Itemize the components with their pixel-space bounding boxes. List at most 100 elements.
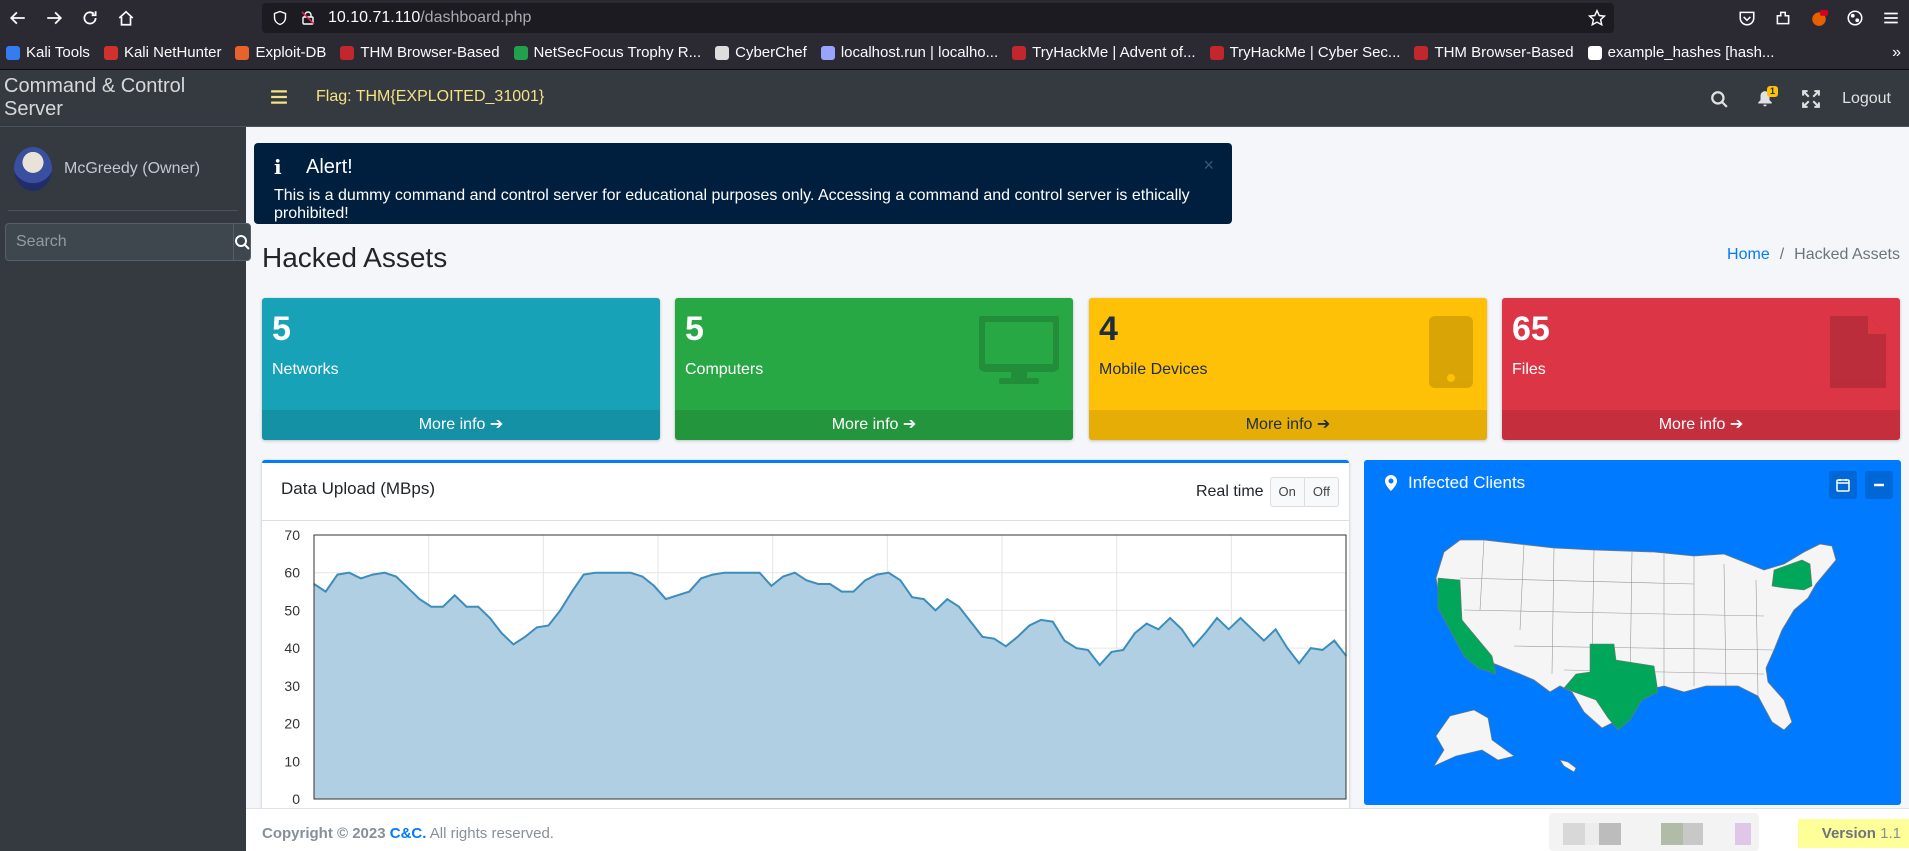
realtime-label: Real time bbox=[1195, 483, 1264, 500]
more-info-link[interactable]: More info ➔ bbox=[1089, 410, 1487, 440]
bookmark-label: THM Browser-Based bbox=[360, 44, 500, 61]
navbar-search-button[interactable] bbox=[1696, 70, 1742, 127]
bookmark-favicon-icon bbox=[1414, 45, 1429, 60]
bookmark-favicon-icon bbox=[1012, 45, 1027, 60]
hamburger-menu-icon[interactable] bbox=[270, 88, 288, 106]
y-tick-label: 60 bbox=[284, 565, 300, 581]
stat-value: 65 bbox=[1512, 310, 1550, 348]
version-badge: Version 1.1 bbox=[1797, 819, 1909, 848]
bookmark-star-icon[interactable] bbox=[1588, 9, 1606, 27]
cookie-icon[interactable] bbox=[1837, 0, 1873, 36]
fullscreen-button[interactable] bbox=[1788, 70, 1834, 127]
bookmark-exploit-db[interactable]: Exploit-DB bbox=[235, 44, 326, 61]
data-point bbox=[1169, 617, 1171, 619]
card-title: Data Upload (MBps) bbox=[281, 479, 436, 498]
bookmark-example-hashes[interactable]: example_hashes [hash... bbox=[1587, 44, 1774, 61]
bookmark-label: CyberChef bbox=[735, 44, 807, 61]
browser-toolbar: 10.10.71.110/dashboard.php bbox=[0, 0, 1909, 36]
bookmark-favicon-icon bbox=[1587, 45, 1602, 60]
data-point bbox=[442, 605, 444, 608]
data-point bbox=[981, 636, 984, 638]
data-point bbox=[324, 590, 327, 593]
file-icon bbox=[1830, 316, 1886, 388]
notifications-button[interactable]: 1 bbox=[1742, 70, 1788, 127]
data-point bbox=[665, 598, 667, 600]
data-point bbox=[1063, 639, 1066, 642]
bookmark-label: Kali NetHunter bbox=[123, 44, 222, 61]
us-map bbox=[1433, 539, 1837, 773]
more-info-link[interactable]: More info ➔ bbox=[1502, 410, 1900, 440]
data-point bbox=[1298, 662, 1300, 664]
bookmark-cyberchef[interactable]: CyberChef bbox=[715, 44, 807, 61]
bookmark-thm-browser[interactable]: THM Browser-Based bbox=[340, 44, 500, 61]
more-info-link[interactable]: More info ➔ bbox=[262, 410, 660, 440]
close-icon[interactable]: × bbox=[1203, 155, 1214, 176]
search-button[interactable] bbox=[233, 223, 251, 261]
y-tick-label: 70 bbox=[284, 527, 300, 543]
url-path: /dashboard.php bbox=[420, 9, 532, 26]
bookmark-netsecfocus[interactable]: NetSecFocus Trophy R... bbox=[513, 44, 701, 61]
home-icon[interactable] bbox=[108, 0, 144, 36]
data-point bbox=[371, 573, 374, 576]
data-point bbox=[1274, 628, 1277, 631]
y-tick-label: 30 bbox=[284, 678, 300, 694]
data-point bbox=[840, 590, 843, 593]
back-icon[interactable] bbox=[0, 0, 36, 36]
version-label: Version bbox=[1821, 825, 1876, 842]
notification-badge: 1 bbox=[1767, 86, 1779, 97]
sidebar: Command & Control Server McGreedy (Owner… bbox=[0, 70, 251, 851]
avatar bbox=[14, 146, 52, 191]
bookmark-kali-tools[interactable]: Kali Tools bbox=[6, 44, 90, 61]
data-point bbox=[383, 571, 386, 574]
flag-text: Flag: THM{EXPLOITED_31001} bbox=[316, 88, 545, 105]
bookmark-localhost-run[interactable]: localhost.run | localho... bbox=[820, 44, 998, 61]
data-point bbox=[1098, 664, 1101, 666]
extensions-icon[interactable] bbox=[1765, 0, 1801, 36]
user-name[interactable]: McGreedy (Owner) bbox=[64, 160, 200, 178]
stat-box-computers: 5 Computers More info ➔ bbox=[675, 298, 1073, 440]
menu-icon[interactable] bbox=[1873, 0, 1909, 36]
pocket-icon[interactable] bbox=[1729, 0, 1765, 36]
state-alaska bbox=[1433, 709, 1515, 767]
bookmark-thm-browser-2[interactable]: THM Browser-Based bbox=[1414, 44, 1574, 61]
bookmarks-overflow-icon[interactable]: » bbox=[1892, 44, 1901, 62]
realtime-off-button[interactable]: Off bbox=[1304, 477, 1339, 507]
arrow-circle-right-icon: ➔ bbox=[489, 416, 504, 433]
data-point bbox=[969, 620, 972, 623]
realtime-on-button[interactable]: On bbox=[1269, 477, 1305, 507]
data-point bbox=[1016, 636, 1019, 638]
data-point bbox=[1028, 624, 1031, 627]
data-point bbox=[735, 571, 737, 574]
more-info-label: More info bbox=[1658, 416, 1726, 433]
more-info-label: More info bbox=[831, 416, 899, 433]
url-host: 10.10.71.110 bbox=[328, 9, 421, 26]
data-point bbox=[747, 571, 749, 574]
bookmark-label: TryHackMe | Advent of... bbox=[1032, 44, 1196, 61]
data-upload-chart: 0 10 20 30 40 50 60 70 bbox=[284, 527, 1347, 807]
lock-icon[interactable] bbox=[300, 9, 318, 27]
alert-title: Alert! bbox=[306, 155, 353, 178]
footer-brand-link[interactable]: C&C. bbox=[390, 825, 427, 842]
data-point bbox=[407, 587, 409, 589]
url-bar[interactable]: 10.10.71.110/dashboard.php bbox=[262, 3, 1614, 33]
data-point bbox=[1110, 651, 1113, 653]
breadcrumb-home[interactable]: Home bbox=[1727, 246, 1770, 263]
search-input[interactable] bbox=[5, 223, 233, 261]
bookmark-thm-advent[interactable]: TryHackMe | Advent of... bbox=[1012, 44, 1196, 61]
y-tick-label: 0 bbox=[292, 791, 300, 807]
bookmark-kali-nethunter[interactable]: Kali NetHunter bbox=[103, 44, 222, 61]
logout-link[interactable]: Logout bbox=[1834, 90, 1909, 108]
foxyproxy-icon[interactable] bbox=[1801, 0, 1837, 36]
reload-icon[interactable] bbox=[72, 0, 108, 36]
shield-icon[interactable] bbox=[272, 9, 290, 27]
data-point bbox=[453, 594, 456, 597]
forward-icon[interactable] bbox=[36, 0, 72, 36]
brand-title[interactable]: Command & Control Server bbox=[0, 70, 246, 127]
bookmark-favicon-icon bbox=[513, 45, 528, 60]
data-point bbox=[782, 575, 784, 578]
data-point bbox=[1134, 632, 1136, 634]
top-navbar: Flag: THM{EXPLOITED_31001} 1 Logout bbox=[246, 70, 1909, 127]
bookmark-thm-cyber-sec[interactable]: TryHackMe | Cyber Sec... bbox=[1209, 44, 1400, 61]
more-info-label: More info bbox=[1245, 416, 1313, 433]
more-info-link[interactable]: More info ➔ bbox=[675, 410, 1073, 440]
